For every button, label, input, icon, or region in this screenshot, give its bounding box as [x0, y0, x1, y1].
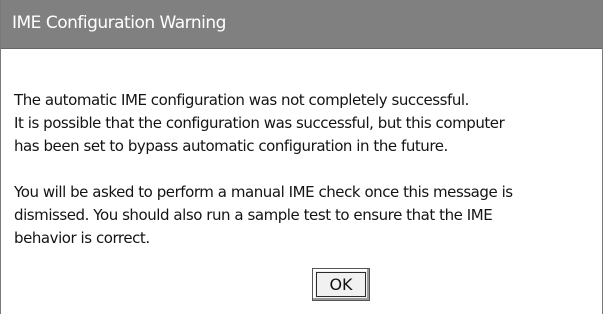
message-line: behavior is correct. [14, 229, 150, 247]
dialog-title-bar: IME Configuration Warning [1, 0, 602, 49]
message-paragraph-2: You will be asked to perform a manual IM… [14, 181, 599, 250]
message-paragraph-1: The automatic IME configuration was not … [14, 89, 599, 158]
message-line: The automatic IME configuration was not … [14, 91, 469, 109]
dialog-title: IME Configuration Warning [12, 13, 226, 33]
ime-warning-dialog: IME Configuration Warning The automatic … [0, 0, 603, 314]
message-line: has been set to bypass automatic configu… [14, 137, 448, 155]
dialog-message: The automatic IME configuration was not … [14, 89, 599, 250]
message-line: You will be asked to perform a manual IM… [14, 183, 513, 201]
message-line: It is possible that the configuration wa… [14, 114, 505, 132]
message-line: dismissed. You should also run a sample … [14, 206, 493, 224]
ok-button[interactable]: OK [312, 268, 370, 301]
